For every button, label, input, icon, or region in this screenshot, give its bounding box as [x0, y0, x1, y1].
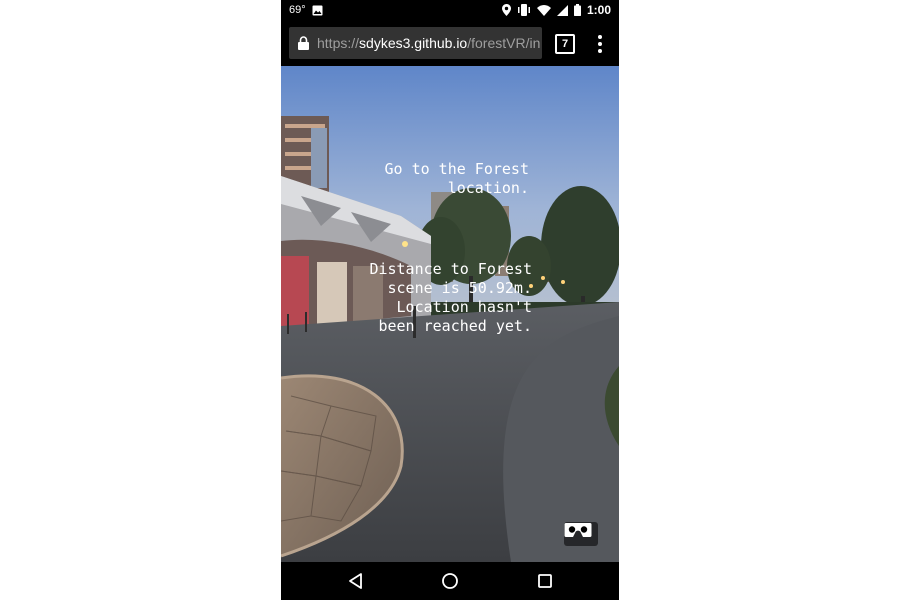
system-nav-bar	[281, 562, 619, 600]
location-icon	[501, 4, 511, 16]
enter-vr-button[interactable]	[564, 522, 598, 546]
url-path: /forestVR/in	[467, 35, 541, 51]
signal-icon	[556, 4, 568, 16]
more-vert-icon[interactable]	[593, 35, 607, 53]
back-icon[interactable]	[347, 572, 365, 590]
status-right: 1:00	[501, 3, 611, 17]
phone-screen: 69° 1:00 https://sdykes3.github.io/fores…	[281, 0, 619, 600]
vr-scene-viewport[interactable]: Go to the Forest location. Distance to F…	[281, 66, 619, 562]
url-bar[interactable]: https://sdykes3.github.io/forestVR/in	[289, 27, 542, 59]
menu-dot	[598, 49, 602, 53]
vibrate-icon	[517, 4, 531, 16]
lock-icon	[298, 36, 309, 50]
clock: 1:00	[586, 3, 611, 17]
url-host: sdykes3.github.io	[359, 35, 468, 51]
url-text[interactable]: https://sdykes3.github.io/forestVR/in	[317, 35, 540, 51]
status-left: 69°	[289, 4, 323, 16]
url-scheme: https://	[317, 35, 360, 51]
distance-status-message: Distance to Forest scene is 50.92m. Loca…	[369, 260, 532, 335]
goal-message: Go to the Forest location.	[384, 160, 530, 197]
status-bar: 69° 1:00	[281, 0, 619, 22]
temperature: 69°	[289, 4, 306, 16]
battery-icon	[573, 4, 581, 16]
tab-switcher-button[interactable]: 7	[555, 34, 575, 54]
wifi-icon	[536, 4, 551, 16]
home-icon[interactable]	[441, 572, 459, 590]
menu-dot	[598, 35, 602, 39]
recents-icon[interactable]	[536, 572, 554, 590]
image-icon	[312, 5, 323, 16]
browser-toolbar: https://sdykes3.github.io/forestVR/in 7	[281, 22, 619, 66]
menu-dot	[598, 42, 602, 46]
